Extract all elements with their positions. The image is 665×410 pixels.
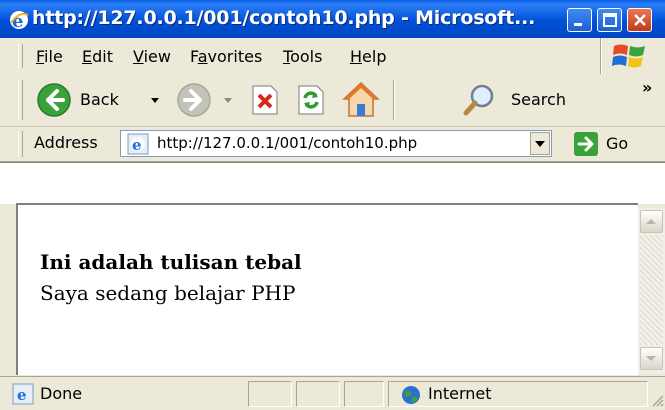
search-icon[interactable] <box>462 82 498 118</box>
svg-text:e: e <box>132 136 142 154</box>
standard-toolbar: Back Search » <box>0 74 665 127</box>
status-panel <box>248 381 292 407</box>
status-panel <box>296 381 340 407</box>
vertical-scrollbar[interactable] <box>638 208 665 374</box>
menu-tools[interactable]: Tools <box>283 47 322 66</box>
resize-grip-icon[interactable] <box>650 393 664 407</box>
ie-page-icon: e <box>12 383 34 405</box>
search-label[interactable]: Search <box>511 90 566 109</box>
address-input[interactable]: e http://127.0.0.1/001/contoh10.php <box>120 130 552 157</box>
status-bar: e Done Internet <box>0 376 665 410</box>
title-bar[interactable]: e http://127.0.0.1/001/contoh10.php - Mi… <box>0 0 665 38</box>
go-button[interactable] <box>574 132 598 156</box>
status-text: Done <box>40 384 83 403</box>
go-label[interactable]: Go <box>606 134 628 153</box>
menu-help[interactable]: Help <box>350 47 386 66</box>
page-bold-text: Ini adalah tulisan tebal <box>40 250 302 274</box>
go-arrow-icon <box>577 136 594 152</box>
toolbar-grip[interactable] <box>18 80 23 120</box>
menu-file[interactable]: File <box>36 47 63 66</box>
zone-label: Internet <box>428 384 492 403</box>
address-bar: Address e http://127.0.0.1/001/contoh10.… <box>0 127 665 162</box>
stop-icon[interactable] <box>250 84 280 116</box>
toolbar-chevron-icon[interactable]: » <box>642 78 652 97</box>
chevron-down-icon <box>535 141 545 147</box>
zone-panel <box>388 381 648 407</box>
menu-bar: File Edit View Favorites Tools Help <box>0 38 665 75</box>
close-button[interactable] <box>627 8 652 32</box>
address-label: Address <box>34 133 98 152</box>
content-top <box>0 162 665 204</box>
browser-window: e http://127.0.0.1/001/contoh10.php - Mi… <box>0 0 665 410</box>
window-title: http://127.0.0.1/001/contoh10.php - Micr… <box>32 7 536 29</box>
svg-text:e: e <box>17 386 27 404</box>
address-url[interactable]: http://127.0.0.1/001/contoh10.php <box>157 134 417 152</box>
chevron-down-icon <box>646 356 656 361</box>
home-icon[interactable] <box>341 80 381 118</box>
chevron-up-icon <box>646 219 656 224</box>
windows-logo-icon <box>612 44 645 68</box>
toolbar-separator <box>393 80 395 120</box>
scroll-down-button[interactable] <box>640 347 663 370</box>
scroll-up-button[interactable] <box>640 210 663 233</box>
back-arrow-icon[interactable] <box>36 82 72 118</box>
page-icon: e <box>127 133 149 155</box>
internet-zone-icon <box>402 386 420 404</box>
menu-view[interactable]: View <box>133 47 171 66</box>
menu-separator <box>600 38 602 74</box>
maximize-button[interactable] <box>597 8 622 32</box>
address-dropdown-button[interactable] <box>530 132 550 155</box>
back-dropdown-icon[interactable] <box>150 97 160 105</box>
status-panel <box>344 381 384 407</box>
refresh-icon[interactable] <box>296 84 326 116</box>
forward-arrow-icon[interactable] <box>176 82 212 118</box>
address-grip[interactable] <box>18 131 23 157</box>
back-label[interactable]: Back <box>80 90 119 109</box>
menu-grip[interactable] <box>18 44 23 68</box>
scroll-track[interactable] <box>640 235 663 345</box>
menu-favorites[interactable]: Favorites <box>190 47 262 66</box>
minimize-button[interactable] <box>567 8 592 32</box>
page-normal-text: Saya sedang belajar PHP <box>40 281 296 305</box>
ie-icon: e <box>10 11 29 31</box>
forward-dropdown-icon[interactable] <box>223 97 233 105</box>
menu-edit[interactable]: Edit <box>82 47 113 66</box>
